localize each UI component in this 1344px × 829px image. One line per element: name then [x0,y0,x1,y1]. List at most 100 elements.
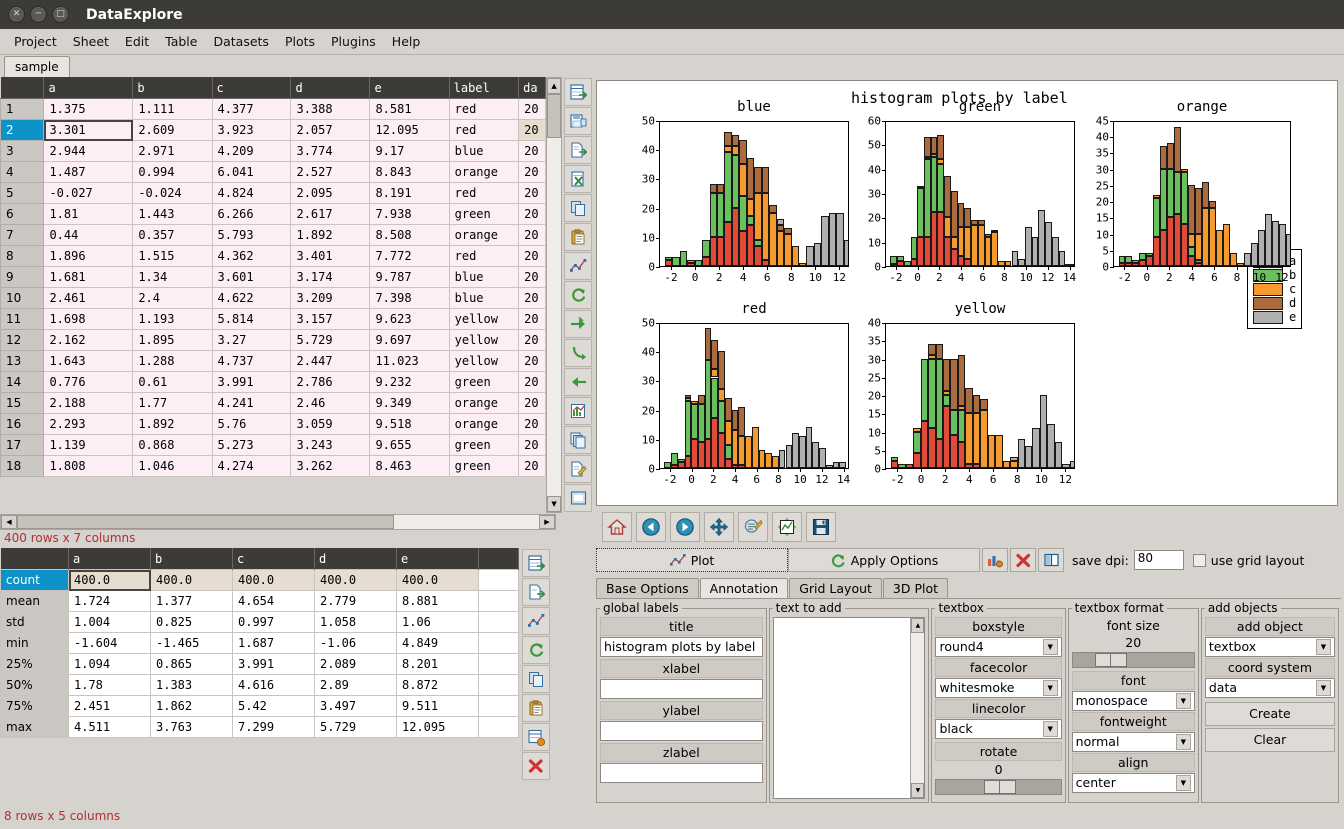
summary-col-header-e[interactable]: e [397,548,479,570]
zoom-rect-icon[interactable] [738,512,768,542]
col-header-a[interactable]: a [44,77,133,99]
summary-col-header-b[interactable]: b [151,548,233,570]
table-cell[interactable]: 9.623 [370,309,449,330]
summary-cell[interactable]: -1.06 [315,633,397,654]
table-cell[interactable]: 4.274 [212,456,291,477]
table-cell[interactable]: 3.059 [291,414,370,435]
tab-base-options[interactable]: Base Options [596,578,699,598]
table-cell[interactable]: 20 [519,225,546,246]
table-cell[interactable]: 2.786 [291,372,370,393]
summary-cell[interactable]: 1.377 [151,591,233,612]
chevron-down-icon[interactable]: ▼ [1043,639,1058,655]
menu-edit[interactable]: Edit [117,31,157,52]
add-object-select[interactable]: textbox ▼ [1205,637,1335,657]
align-select[interactable]: center ▼ [1072,773,1195,793]
summary-row[interactable]: count400.0400.0400.0400.0400.0 [1,570,519,591]
chevron-down-icon[interactable]: ▼ [1176,734,1191,750]
table-cell[interactable]: 5.273 [212,435,291,456]
sheet-tab-sample[interactable]: sample [4,56,70,77]
row-header[interactable]: 12 [1,330,44,351]
table-row[interactable]: 181.8081.0464.2743.2628.463green20 [1,456,546,477]
summary-row-header[interactable]: std [1,612,69,633]
plot-button[interactable]: Plot [596,548,788,572]
table-cell[interactable]: 20 [519,414,546,435]
textarea-scroll-up-icon[interactable]: ▲ [911,618,924,633]
hscroll-thumb[interactable] [17,515,394,529]
row-header[interactable]: 3 [1,141,44,162]
table-cell[interactable]: 2.944 [44,141,133,162]
table-cell[interactable]: 20 [519,141,546,162]
table-cell[interactable]: 6.041 [212,162,291,183]
table-row[interactable]: 81.8961.5154.3623.4017.772red20 [1,246,546,267]
table-cell[interactable]: 1.193 [133,309,212,330]
table-cell[interactable]: 3.601 [212,267,291,288]
summary-cell[interactable]: 1.058 [315,612,397,633]
table-row[interactable]: 70.440.3575.7931.8928.508orange20 [1,225,546,246]
row-header[interactable]: 4 [1,162,44,183]
row-header[interactable]: 13 [1,351,44,372]
table-cell[interactable]: 3.301 [44,120,133,141]
table-cell[interactable]: 20 [519,435,546,456]
table-cell[interactable]: 20 [519,183,546,204]
table-cell[interactable]: 7.398 [370,288,449,309]
fontsize-slider-knob[interactable] [1095,653,1127,667]
pan-move-icon[interactable] [704,512,734,542]
table-cell[interactable]: 1.288 [133,351,212,372]
data-table[interactable]: a b c d e label da 11.3751.1114.3773.388… [0,77,546,477]
table-cell[interactable]: yellow [449,309,519,330]
split-panes-icon[interactable] [1038,548,1064,572]
table-cell[interactable]: 6.266 [212,204,291,225]
summary-col-header-c[interactable]: c [233,548,315,570]
table-cell[interactable]: 8.581 [370,99,449,120]
home-icon[interactable] [602,512,632,542]
summary-cell[interactable]: 7.299 [233,717,315,738]
summary-cell[interactable]: 4.654 [233,591,315,612]
chevron-down-icon[interactable]: ▼ [1043,721,1058,737]
table-cell[interactable]: 1.139 [44,435,133,456]
table-cell[interactable]: 2.527 [291,162,370,183]
tab-3d-plot[interactable]: 3D Plot [883,578,948,598]
summary-cell[interactable]: 0.997 [233,612,315,633]
table-cell[interactable]: yellow [449,351,519,372]
summary-cell[interactable]: 1.687 [233,633,315,654]
table-cell[interactable]: 1.808 [44,456,133,477]
xlabel-input[interactable] [600,679,763,699]
col-header-c[interactable]: c [212,77,291,99]
summary-table[interactable]: a b c d e count400.0400.0400.0400.0400.0… [0,548,519,738]
table-cell[interactable]: 9.787 [370,267,449,288]
export-summary-icon[interactable] [522,549,550,577]
data-table-vscrollbar[interactable]: ▲ ▼ [546,77,562,513]
table-cell[interactable]: 1.81 [44,204,133,225]
table-cell[interactable]: 5.729 [291,330,370,351]
table-cell[interactable]: 2.46 [291,393,370,414]
apply-options-button[interactable]: Apply Options [788,548,980,572]
table-cell[interactable]: 1.77 [133,393,212,414]
summary-cell[interactable]: 5.42 [233,696,315,717]
summary-cell[interactable]: 9.511 [397,696,479,717]
table-cell[interactable]: 20 [519,309,546,330]
table-cell[interactable]: 1.487 [44,162,133,183]
table-cell[interactable]: 2.447 [291,351,370,372]
chart-window-icon[interactable] [564,397,592,425]
summary-cell[interactable]: 8.201 [397,654,479,675]
summary-row[interactable]: 25%1.0940.8653.9912.0898.201 [1,654,519,675]
summary-cell[interactable]: 1.094 [69,654,151,675]
table-cell[interactable]: red [449,99,519,120]
table-cell[interactable]: green [449,204,519,225]
font-select[interactable]: monospace ▼ [1072,691,1195,711]
paste-icon[interactable] [564,223,592,251]
table-cell[interactable]: 9.17 [370,141,449,162]
row-header[interactable]: 1 [1,99,44,120]
title-input[interactable]: histogram plots by label [600,637,763,657]
table-cell[interactable]: -0.024 [133,183,212,204]
export-file-icon[interactable] [564,136,592,164]
configure-subplots-icon[interactable] [772,512,802,542]
summary-row[interactable]: min-1.604-1.4651.687-1.064.849 [1,633,519,654]
table-row[interactable]: 162.2931.8925.763.0599.518orange20 [1,414,546,435]
minimize-icon[interactable]: ─ [30,6,47,23]
table-cell[interactable]: -0.027 [44,183,133,204]
table-cell[interactable]: 3.262 [291,456,370,477]
row-header[interactable]: 15 [1,393,44,414]
summary-cell[interactable]: 3.991 [233,654,315,675]
save-db-icon[interactable] [564,484,592,512]
